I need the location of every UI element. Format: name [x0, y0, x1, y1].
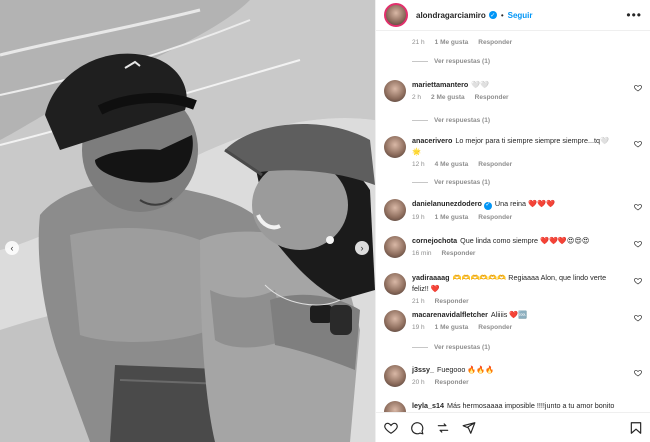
comment-likes[interactable]: 1 Me gusta — [435, 324, 469, 331]
next-photo-arrow-icon[interactable]: › — [355, 241, 369, 255]
comments-list[interactable]: 21 h 1 Me gusta Responder Ver respuestas… — [376, 31, 650, 412]
like-comment-heart-icon[interactable] — [634, 369, 642, 377]
view-replies-button[interactable]: Ver respuestas (1) — [412, 344, 490, 351]
comment-time: 2 h — [412, 94, 422, 101]
view-replies-button[interactable]: Ver respuestas (1) — [412, 117, 490, 124]
comment-text: Una reina ❤️❤️❤️ — [494, 199, 555, 208]
commenter-username[interactable]: leyla_s14 — [412, 401, 444, 410]
like-comment-heart-icon[interactable] — [634, 203, 642, 211]
more-options-icon[interactable]: ••• — [626, 8, 642, 22]
comment-text: Aliiiis ❤️🆒 — [490, 310, 528, 319]
post-photo: ‹ › — [0, 0, 375, 442]
post-header: alondragarciamiro ✓ • Seguir ••• — [376, 0, 650, 31]
share-icon[interactable] — [436, 421, 450, 435]
like-comment-heart-icon[interactable] — [634, 240, 642, 248]
commenter-avatar[interactable] — [384, 236, 406, 258]
comment-item: leyla_s14 Más hermosaaaa imposible !!!!ju… — [384, 400, 646, 412]
comment-time: 19 h — [412, 213, 425, 221]
comment-text: Que linda como siempre ❤️❤️❤️😍😍😍 — [460, 236, 590, 245]
view-replies-button[interactable]: Ver respuestas (1) — [412, 179, 490, 186]
comment-text: 🤍🤍 — [471, 80, 490, 89]
like-comment-heart-icon[interactable] — [634, 314, 642, 322]
commenter-username[interactable]: macarenavidalfletcher — [412, 310, 488, 319]
comment-item: macarenavidalfletcher Aliiiis ❤️🆒 19 h 1 … — [384, 309, 646, 332]
view-replies-button[interactable]: Ver respuestas (1) — [412, 58, 490, 65]
reply-button[interactable]: Responder — [435, 379, 469, 386]
comment-time: 16 min — [412, 250, 432, 257]
comment-meta: 21 h 1 Me gusta Responder — [376, 39, 512, 46]
comment-icon[interactable] — [410, 421, 424, 435]
post-actions-bar — [376, 412, 650, 442]
commenter-username[interactable]: mariettamantero — [412, 80, 468, 89]
header-separator: • — [500, 10, 504, 20]
comment-item: danielanunezdodero ✓ Una reina ❤️❤️❤️ 19 h… — [384, 198, 646, 221]
follow-button[interactable]: Seguir — [508, 11, 533, 20]
comment-time: 20 h — [412, 379, 425, 386]
commenter-avatar[interactable] — [384, 136, 406, 158]
reply-button[interactable]: Responder — [442, 250, 476, 257]
comment-time: 21 h — [412, 39, 425, 46]
previous-photo-arrow-icon[interactable]: ‹ — [5, 241, 19, 255]
reply-button[interactable]: Responder — [475, 94, 509, 101]
reply-button[interactable]: Responder — [478, 39, 512, 46]
comment-item: yadiraaaag 🫶🫶🫶🫶🫶🫶 Regiaaaa Alon, que lind… — [384, 272, 646, 305]
like-comment-heart-icon[interactable] — [634, 140, 642, 148]
commenter-username[interactable]: yadiraaaag — [412, 273, 450, 282]
beach-couple-image — [0, 0, 375, 442]
comment-item: anacerivero Lo mejor para ti siempre siem… — [384, 135, 646, 168]
commenter-avatar[interactable] — [384, 365, 406, 387]
commenter-username[interactable]: j3ssy_ — [412, 365, 434, 374]
author-username[interactable]: alondragarciamiro — [416, 11, 486, 20]
commenter-avatar[interactable] — [384, 401, 406, 412]
author-avatar[interactable] — [384, 3, 408, 27]
comment-likes[interactable]: 1 Me gusta — [435, 39, 469, 46]
reply-button[interactable]: Responder — [478, 214, 512, 221]
comment-text: Fuegooo 🔥🔥🔥 — [436, 365, 495, 374]
like-comment-heart-icon[interactable] — [634, 277, 642, 285]
commenter-username[interactable]: cornejochota — [412, 236, 457, 245]
bookmark-icon[interactable] — [629, 421, 643, 435]
comment-likes[interactable]: 4 Me gusta — [435, 161, 469, 168]
commenter-avatar[interactable] — [384, 273, 406, 295]
commenter-avatar[interactable] — [384, 199, 406, 221]
reply-button[interactable]: Responder — [435, 298, 469, 305]
comment-item: mariettamantero 🤍🤍 2 h 2 Me gusta Respond… — [384, 79, 646, 102]
comment-time: 21 h — [412, 298, 425, 305]
comment-likes[interactable]: 1 Me gusta — [435, 214, 469, 221]
comment-text: Más hermosaaaa imposible !!!!junto a tu … — [446, 401, 615, 410]
commenter-username[interactable]: danielanunezdodero — [412, 199, 482, 208]
commenter-avatar[interactable] — [384, 80, 406, 102]
reply-button[interactable]: Responder — [478, 161, 512, 168]
commenter-username[interactable]: anacerivero — [412, 136, 452, 145]
comment-likes[interactable]: 2 Me gusta — [431, 94, 465, 101]
comment-time: 12 h — [412, 161, 425, 168]
like-comment-heart-icon[interactable] — [634, 84, 642, 92]
reply-button[interactable]: Responder — [478, 324, 512, 331]
post-side-panel: alondragarciamiro ✓ • Seguir ••• 21 h 1 … — [375, 0, 650, 442]
verified-badge-icon: ✓ — [488, 11, 497, 19]
comment-item: j3ssy_ Fuegooo 🔥🔥🔥 20 h Responder — [384, 364, 646, 387]
comment-item: cornejochota Que linda como siempre ❤️❤️❤… — [384, 235, 646, 258]
heart-icon[interactable] — [384, 421, 398, 435]
comment-time: 19 h — [412, 324, 425, 331]
commenter-avatar[interactable] — [384, 310, 406, 332]
verified-badge-icon: ✓ — [483, 201, 492, 210]
send-icon[interactable] — [462, 421, 476, 435]
